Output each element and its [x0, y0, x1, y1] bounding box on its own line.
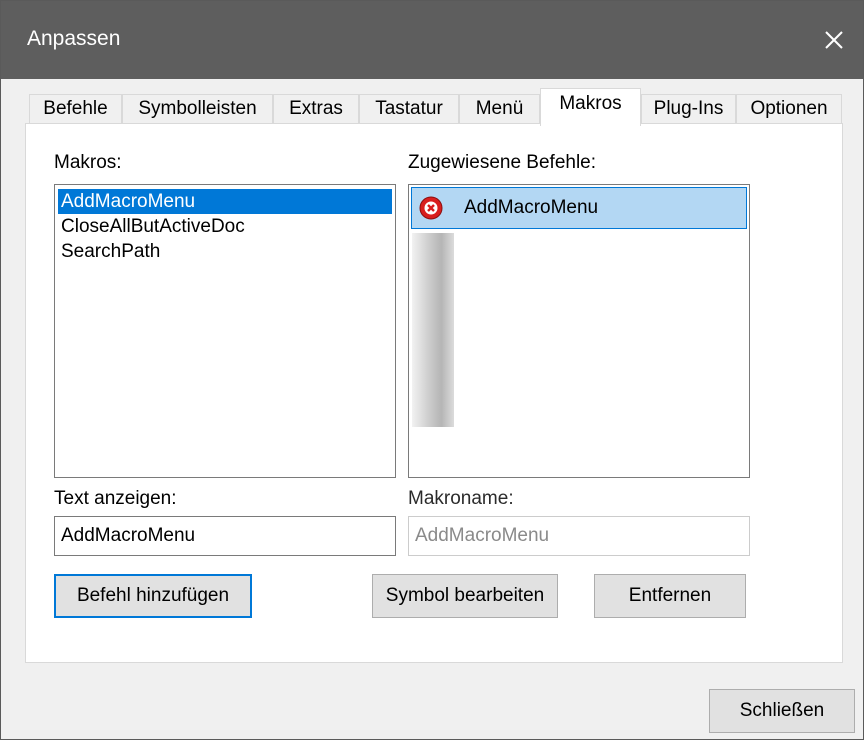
title-bar[interactable]: Anpassen: [1, 1, 863, 79]
display-text-input[interactable]: AddMacroMenu: [54, 516, 396, 556]
close-icon: [825, 31, 843, 49]
edit-symbol-button[interactable]: Symbol bearbeiten: [372, 574, 558, 618]
macro-name-label: Makroname:: [408, 488, 514, 509]
tab-extras[interactable]: Extras: [273, 94, 359, 124]
assigned-command-item[interactable]: AddMacroMenu: [411, 187, 747, 229]
icon-column-strip: [412, 233, 454, 427]
tab-optionen[interactable]: Optionen: [736, 94, 842, 124]
tab-befehle[interactable]: Befehle: [29, 94, 122, 124]
assigned-commands-label: Zugewiesene Befehle:: [408, 152, 597, 173]
tab-makros[interactable]: Makros: [540, 88, 641, 126]
display-text-label: Text anzeigen:: [54, 488, 177, 509]
remove-button[interactable]: Entfernen: [594, 574, 746, 618]
macro-item-closeallbutactivedoc[interactable]: CloseAllButActiveDoc: [58, 214, 392, 239]
macro-error-icon: [419, 196, 443, 220]
customize-dialog: Anpassen Befehle Symbolleisten Extras Ta…: [0, 0, 864, 740]
tab-symbolleisten[interactable]: Symbolleisten: [122, 94, 273, 124]
close-button[interactable]: Schließen: [709, 689, 855, 733]
macros-listbox[interactable]: AddMacroMenu CloseAllButActiveDoc Search…: [54, 184, 396, 478]
makros-tab-panel: Makros: AddMacroMenu CloseAllButActiveDo…: [25, 123, 843, 663]
window-title: Anpassen: [27, 27, 121, 50]
macro-item-searchpath[interactable]: SearchPath: [58, 239, 392, 264]
window-close-button[interactable]: [805, 1, 863, 79]
assigned-commands-listbox[interactable]: AddMacroMenu: [408, 184, 750, 478]
tab-menu[interactable]: Menü: [459, 94, 540, 124]
macros-label: Makros:: [54, 152, 122, 173]
macro-item-addmacromenu[interactable]: AddMacroMenu: [58, 189, 392, 214]
tab-tastatur[interactable]: Tastatur: [359, 94, 459, 124]
add-command-button[interactable]: Befehl hinzufügen: [54, 574, 252, 618]
tab-plugins[interactable]: Plug-Ins: [641, 94, 736, 124]
dialog-content: Befehle Symbolleisten Extras Tastatur Me…: [1, 79, 863, 739]
macro-name-input: AddMacroMenu: [408, 516, 750, 556]
assigned-command-label: AddMacroMenu: [464, 197, 599, 218]
